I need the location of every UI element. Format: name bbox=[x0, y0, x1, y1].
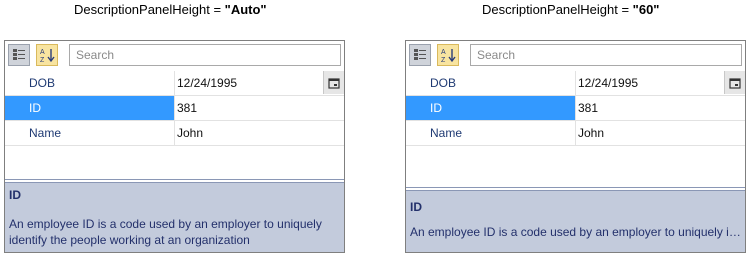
caption-60-value: "60" bbox=[632, 2, 660, 17]
property-name: ID bbox=[5, 96, 175, 120]
sort-alphabetical-button[interactable]: A Z bbox=[36, 44, 58, 66]
property-value: 12/24/1995 bbox=[578, 76, 639, 90]
property-rows: DOB 12/24/1995 ID 381 Name John bbox=[5, 71, 344, 146]
property-name: ID bbox=[406, 96, 576, 120]
description-text: An employee ID is a code used by an empl… bbox=[9, 217, 322, 247]
calendar-icon bbox=[328, 77, 340, 89]
caption-auto-prefix: DescriptionPanelHeight = bbox=[74, 2, 225, 17]
property-row-id[interactable]: ID 381 bbox=[5, 96, 344, 121]
property-row-id[interactable]: ID 381 bbox=[406, 96, 745, 121]
calendar-button[interactable] bbox=[323, 71, 344, 94]
categorize-icon bbox=[414, 49, 426, 60]
sort-alphabetical-button[interactable]: A Z bbox=[437, 44, 459, 66]
property-row-name[interactable]: Name John bbox=[5, 121, 344, 146]
search-input[interactable] bbox=[69, 44, 341, 66]
property-value: 12/24/1995 bbox=[177, 76, 238, 90]
caption-60: DescriptionPanelHeight = "60" bbox=[482, 2, 659, 17]
categorize-button[interactable] bbox=[8, 44, 30, 66]
property-name: Name bbox=[406, 121, 576, 145]
svg-text:Z: Z bbox=[40, 57, 45, 63]
property-value[interactable]: 381 bbox=[576, 96, 745, 120]
calendar-button[interactable] bbox=[724, 71, 745, 94]
caption-auto: DescriptionPanelHeight = "Auto" bbox=[74, 2, 267, 17]
svg-text:Z: Z bbox=[441, 57, 446, 63]
property-value-editor[interactable]: 12/24/1995 bbox=[576, 71, 745, 95]
property-name: DOB bbox=[406, 71, 576, 95]
property-value[interactable]: John bbox=[175, 121, 344, 145]
search-input[interactable] bbox=[470, 44, 742, 66]
property-grid-auto: A Z DOB 12/24/1995 ID bbox=[4, 40, 345, 253]
property-name: Name bbox=[5, 121, 175, 145]
svg-text:A: A bbox=[40, 49, 45, 56]
property-rows: DOB 12/24/1995 ID 381 Name John bbox=[406, 71, 745, 146]
categorize-icon bbox=[13, 49, 25, 60]
property-grid-60: A Z DOB 12/24/1995 ID bbox=[405, 40, 746, 253]
property-value[interactable]: 381 bbox=[175, 96, 344, 120]
property-name: DOB bbox=[5, 71, 175, 95]
description-text: An employee ID is a code used by an empl… bbox=[410, 225, 741, 239]
description-title: ID bbox=[9, 188, 21, 202]
property-value[interactable]: John bbox=[576, 121, 745, 145]
calendar-icon bbox=[729, 77, 741, 89]
toolbar: A Z bbox=[406, 41, 745, 70]
property-value-editor[interactable]: 12/24/1995 bbox=[175, 71, 344, 95]
toolbar: A Z bbox=[5, 41, 344, 70]
sort-alphabetical-icon: A Z bbox=[40, 49, 55, 63]
caption-auto-value: "Auto" bbox=[224, 2, 267, 17]
svg-text:A: A bbox=[441, 49, 446, 56]
property-row-dob[interactable]: DOB 12/24/1995 bbox=[406, 71, 745, 96]
categorize-button[interactable] bbox=[409, 44, 431, 66]
description-title: ID bbox=[410, 200, 422, 214]
property-row-name[interactable]: Name John bbox=[406, 121, 745, 146]
property-row-dob[interactable]: DOB 12/24/1995 bbox=[5, 71, 344, 96]
description-panel: ID An employee ID is a code used by an e… bbox=[5, 183, 344, 252]
description-panel: ID An employee ID is a code used by an e… bbox=[406, 191, 745, 252]
caption-60-prefix: DescriptionPanelHeight = bbox=[482, 2, 633, 17]
sort-alphabetical-icon: A Z bbox=[441, 49, 456, 63]
